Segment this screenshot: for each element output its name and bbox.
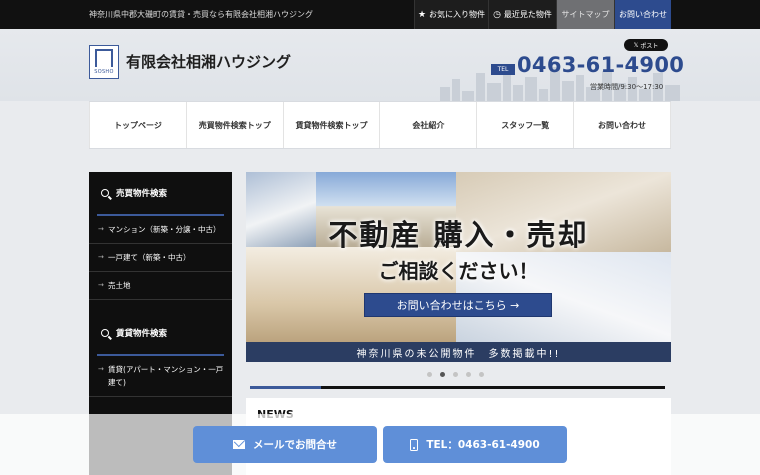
tel-contact-label: TEL：0463-61-4900 [426, 439, 540, 451]
business-hours: 営業時間/9:30～17:30 [590, 83, 664, 91]
rent-search-heading: 賃貸物件検索 [89, 312, 232, 354]
banner-title: 不動産 購入・売却 [328, 218, 589, 252]
x-icon: 𝕏 [633, 41, 641, 49]
tel-badge: TEL [491, 64, 515, 75]
slider-dot[interactable] [427, 372, 432, 377]
clock-icon: ◷ [493, 9, 501, 20]
mail-icon [233, 440, 245, 449]
x-post-label: ポスト [640, 42, 659, 50]
contact-label: お問い合わせ [619, 10, 667, 19]
company-logo[interactable]: SOSHO [89, 45, 119, 79]
sidebar-item-mansion[interactable]: → マンション（新築・分譲・中古） [89, 216, 232, 244]
company-name[interactable]: 有限会社相湘ハウジング [126, 51, 291, 72]
sidebar-item-label: 売土地 [108, 281, 131, 290]
arrow-icon: → [98, 225, 104, 233]
x-post-button[interactable]: 𝕏 ポスト [624, 39, 668, 51]
site-tagline: 神奈川県中郡大磯町の賃貸・売買なら有限会社相湘ハウジング [89, 10, 313, 19]
site-header: SOSHO 有限会社相湘ハウジング 𝕏 ポスト TEL 0463-61-4900… [0, 29, 760, 101]
sidebar-item-label: マンション（新築・分譲・中古） [108, 225, 221, 234]
favorites-label: お気に入り物件 [429, 10, 486, 19]
sidebar-item-label: 一戸建て（新築・中古） [108, 253, 191, 262]
mail-contact-label: メールでお問合せ [253, 439, 337, 451]
nav-item-contact[interactable]: お問い合わせ [574, 102, 671, 148]
banner-subtitle: ご相談ください！ [378, 259, 539, 283]
fixed-contact-bar [0, 414, 760, 475]
search-icon [101, 189, 109, 197]
sale-search-title: 売買物件検索 [116, 189, 168, 199]
rent-search-title: 賃貸物件検索 [116, 329, 168, 339]
sitemap-label: サイトマップ [561, 10, 610, 19]
global-nav: トップページ 売買物件検索トップ 賃貸物件検索トップ 会社紹介 スタッフ一覧 お… [89, 101, 671, 149]
logo-mark [95, 49, 113, 67]
nav-item-sale-search[interactable]: 売買物件検索トップ [187, 102, 284, 148]
phone-icon [410, 438, 419, 451]
slider-progress [250, 386, 665, 389]
arrow-icon: → [98, 281, 104, 289]
nav-item-staff[interactable]: スタッフ一覧 [477, 102, 575, 148]
sidebar-item-rental[interactable]: → 賃貸(アパート・マンション・一戸建て) [89, 356, 232, 397]
recent-viewed-label: 最近見た物件 [503, 10, 552, 19]
sidebar-item-house[interactable]: → 一戸建て（新築・中古） [89, 244, 232, 272]
hero-banner[interactable]: 不動産 購入・売却 ご相談ください！ お問い合わせはこちら → 神奈川県の未公開… [246, 172, 671, 362]
banner-contact-button[interactable]: お問い合わせはこちら → [364, 293, 552, 317]
tel-contact-button[interactable]: TEL：0463-61-4900 [383, 426, 567, 463]
slider-dot[interactable] [479, 372, 484, 377]
contact-link[interactable]: お問い合わせ [614, 0, 671, 29]
arrow-icon: → [98, 365, 104, 373]
search-icon [101, 329, 109, 337]
sitemap-link[interactable]: サイトマップ [556, 0, 614, 29]
nav-item-company[interactable]: 会社紹介 [380, 102, 478, 148]
header-phone-number[interactable]: 0463-61-4900 [517, 53, 684, 77]
slider-dot[interactable] [453, 372, 458, 377]
arrow-icon: → [98, 253, 104, 261]
sidebar-item-land[interactable]: → 売土地 [89, 272, 232, 300]
recent-viewed-link[interactable]: ◷ 最近見た物件 [488, 0, 556, 29]
nav-item-rent-search[interactable]: 賃貸物件検索トップ [284, 102, 381, 148]
star-icon: ★ [417, 9, 427, 20]
sidebar-item-label: 賃貸(アパート・マンション・一戸建て) [108, 365, 224, 387]
logo-text: SOSHO [94, 69, 114, 75]
nav-item-top[interactable]: トップページ [89, 102, 187, 148]
banner-strip: 神奈川県の未公開物件 多数掲載中!! [246, 342, 671, 362]
slider-progress-fill [250, 386, 321, 389]
top-bar: 神奈川県中郡大磯町の賃貸・売買なら有限会社相湘ハウジング ★ お気に入り物件 ◷… [0, 0, 760, 29]
favorites-link[interactable]: ★ お気に入り物件 [414, 0, 488, 29]
slider-dot[interactable] [466, 372, 471, 377]
slider-dot[interactable] [440, 372, 445, 377]
mail-contact-button[interactable]: メールでお問合せ [193, 426, 377, 463]
sale-search-heading: 売買物件検索 [89, 172, 232, 214]
slider-dots [427, 372, 484, 377]
